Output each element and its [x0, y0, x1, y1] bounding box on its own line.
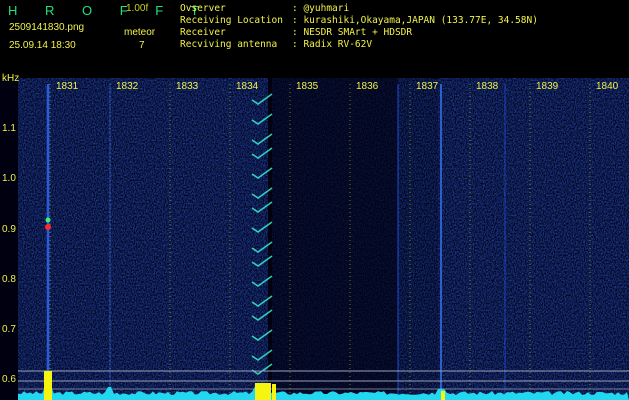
header-panel: H R O F F T 1.00f 2509141830.png meteor …: [0, 0, 629, 78]
station-row-receiver: Receiver : NESDR SMArt + HDSDR: [180, 27, 538, 39]
spectrogram-noise-mid2: [398, 78, 438, 398]
spectrogram-noise-left: [18, 78, 268, 398]
station-key: Receiving Location: [180, 15, 283, 26]
y-axis-unit: kHz: [2, 73, 20, 84]
y-tick-label: 0.6: [2, 374, 16, 385]
y-tick-label: 0.9: [2, 224, 16, 235]
x-tick-label: 1836: [356, 81, 379, 92]
meteor-count: 7: [139, 40, 145, 51]
signal-spot: [45, 224, 51, 230]
y-tick-label: 1.1: [2, 123, 16, 134]
x-tick-label: 1832: [116, 81, 139, 92]
signal-peak: [272, 384, 276, 400]
station-row-location: Receiving Location : kurashiki,Okayama,JA…: [180, 15, 538, 27]
x-tick-label: 1839: [536, 81, 559, 92]
y-tick-label: 0.8: [2, 274, 16, 285]
station-value: : kurashiki,Okayama,JAPAN (133.77E, 34.5…: [292, 15, 538, 26]
spectrogram: [0, 78, 629, 400]
signal-peak: [441, 391, 445, 400]
signal-peak: [255, 383, 271, 400]
signal-peak: [44, 371, 52, 400]
x-tick-label: 1835: [296, 81, 319, 92]
y-tick-label: 0.7: [2, 324, 16, 335]
y-tick-label: 1.0: [2, 173, 16, 184]
station-value: : Radix RV-62V: [292, 39, 373, 50]
x-tick-label: 1840: [596, 81, 619, 92]
station-info: Ovserver : @yuhmari Receiving Location : k…: [180, 3, 538, 51]
capture-datetime: 25.09.14 18:30: [9, 40, 76, 51]
x-tick-label: 1833: [176, 81, 199, 92]
station-key: Ovserver: [180, 3, 226, 14]
x-tick-label: 1834: [236, 81, 259, 92]
image-filename: 2509141830.png: [9, 22, 85, 33]
app-version: 1.00f: [126, 3, 149, 14]
x-tick-label: 1831: [56, 81, 79, 92]
station-value: : @yuhmari: [292, 3, 350, 14]
station-value: : NESDR SMArt + HDSDR: [292, 27, 413, 38]
station-key: Receiver: [180, 27, 226, 38]
meteor-label: meteor: [124, 27, 156, 38]
spectrogram-noise-right: [438, 78, 629, 398]
signal-spot: [45, 217, 51, 223]
station-row-observer: Ovserver : @yuhmari: [180, 3, 538, 15]
station-key: Recviving antenna: [180, 39, 278, 50]
x-tick-label: 1837: [416, 81, 439, 92]
station-row-antenna: Recviving antenna : Radix RV-62V: [180, 39, 538, 51]
x-tick-label: 1838: [476, 81, 499, 92]
spectrogram-noise-mid: [272, 78, 398, 398]
